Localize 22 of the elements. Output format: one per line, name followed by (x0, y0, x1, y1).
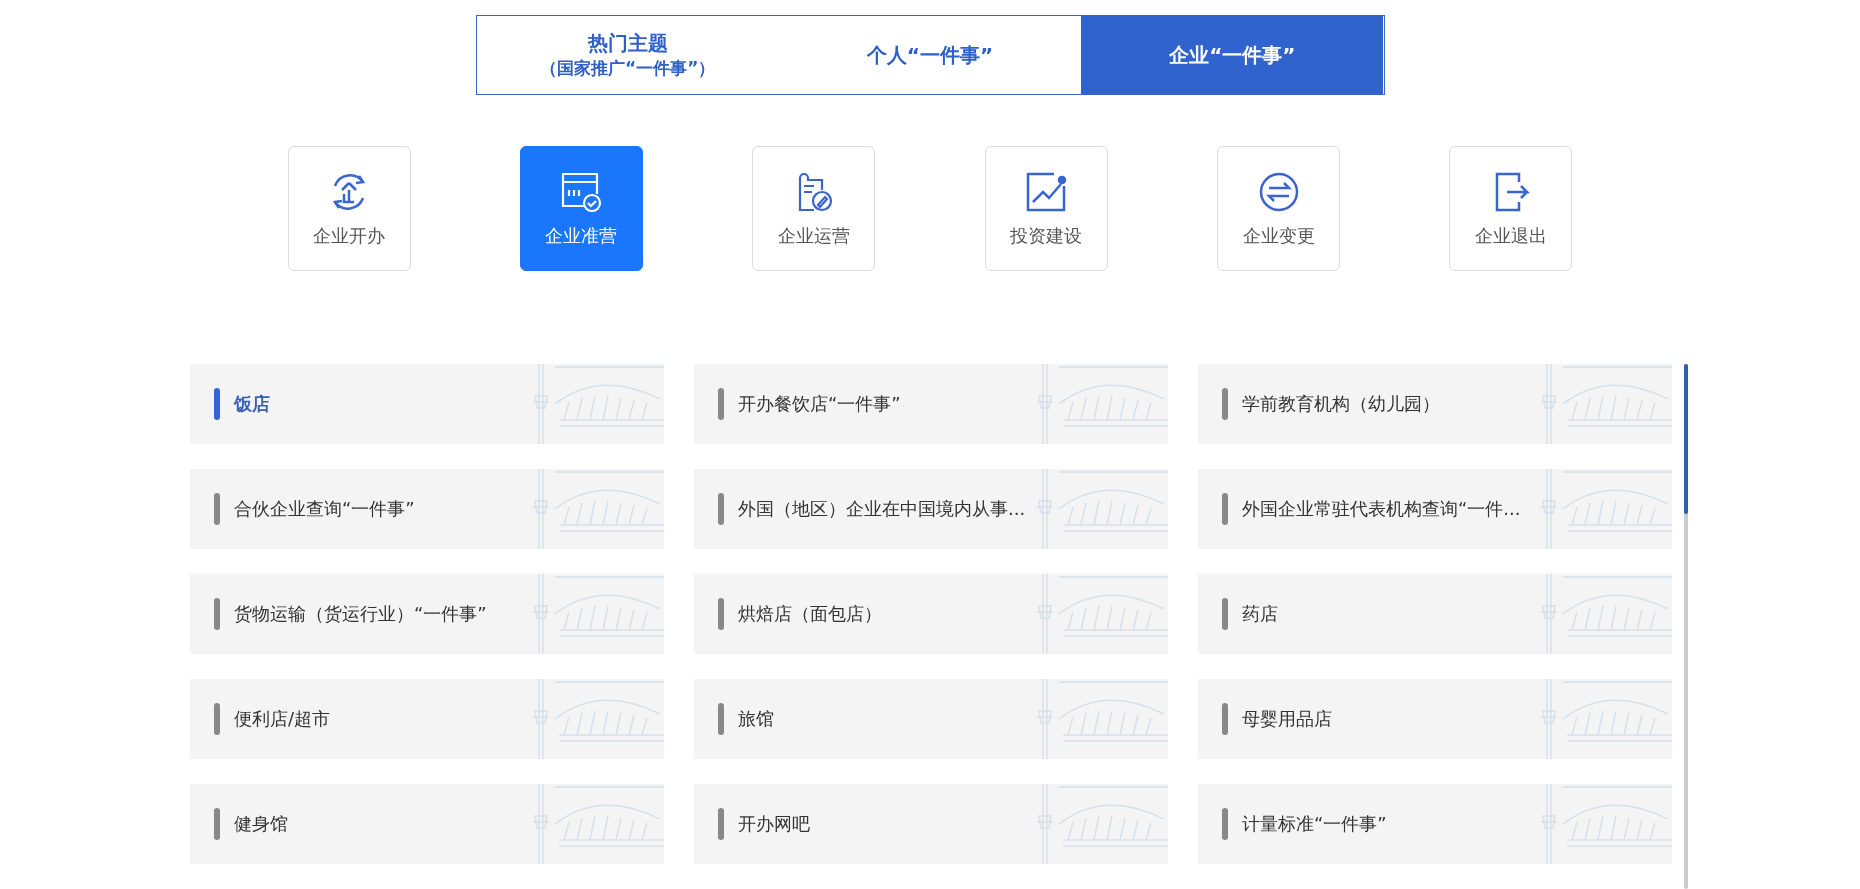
service-item[interactable]: 开办餐饮店“一件事” (694, 364, 1168, 444)
service-item[interactable]: 母婴用品店 (1198, 679, 1672, 759)
service-item[interactable]: 健身馆 (190, 784, 664, 864)
category-button[interactable]: 企业准营 (519, 146, 643, 271)
category-button[interactable]: 企业运营 (752, 146, 876, 271)
category-button[interactable]: 投资建设 (984, 146, 1108, 271)
service-item[interactable]: 药店 (1198, 574, 1672, 654)
service-item[interactable]: 饭店 (190, 364, 664, 444)
service-item[interactable]: 学前教育机构（幼儿园） (1198, 364, 1672, 444)
service-item[interactable]: 外国企业常驻代表机构查询“一件... (1198, 469, 1672, 549)
service-item[interactable]: 货物运输（货运行业）“一件事” (190, 574, 664, 654)
service-item[interactable]: 旅馆 (694, 679, 1168, 759)
service-item[interactable]: 便利店/超市 (190, 679, 664, 759)
service-item[interactable]: 外国（地区）企业在中国境内从事... (694, 469, 1168, 549)
topic-tab[interactable]: 企业“一件事” (1081, 16, 1384, 94)
category-button[interactable]: 企业退出 (1449, 146, 1573, 271)
category-button[interactable]: 企业开办 (287, 146, 411, 271)
service-item[interactable]: 开办网吧 (694, 784, 1168, 864)
category-button[interactable]: 企业变更 (1217, 146, 1341, 271)
service-item[interactable]: 合伙企业查询“一件事” (190, 469, 664, 549)
service-item[interactable]: 烘焙店（面包店） (694, 574, 1168, 654)
service-item[interactable]: 计量标准“一件事” (1198, 784, 1672, 864)
